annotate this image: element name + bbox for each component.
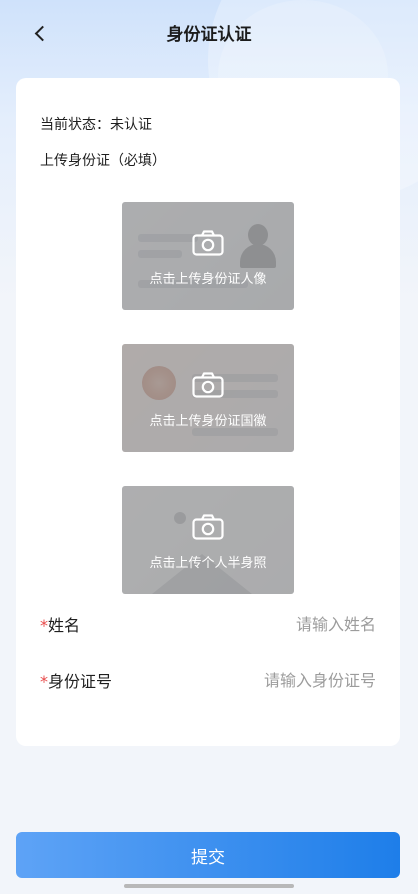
submit-button[interactable]: 提交 xyxy=(16,832,400,878)
camera-icon xyxy=(192,514,224,540)
upload-half-body-photo[interactable]: 点击上传个人半身照 xyxy=(122,486,294,594)
camera-icon xyxy=(192,230,224,256)
id-number-field-row: *身份证号 xyxy=(40,668,376,692)
required-mark: * xyxy=(40,616,48,635)
nav-bar: 身份证认证 xyxy=(0,0,418,64)
upload-overlay xyxy=(122,202,294,310)
upload-overlay xyxy=(122,344,294,452)
id-number-input[interactable] xyxy=(176,668,376,692)
upload-id-back[interactable]: 点击上传身份证国徽 xyxy=(122,344,294,452)
required-mark: * xyxy=(40,672,48,691)
page-title: 身份证认证 xyxy=(166,25,252,45)
verification-card: 当前状态：未认证 上传身份证（必填） 点击上传身份证人像 点击上传身份证国徽 点… xyxy=(16,78,400,746)
name-label: 姓名 xyxy=(48,616,81,635)
upload-id-front[interactable]: 点击上传身份证人像 xyxy=(122,202,294,310)
upload-overlay xyxy=(122,486,294,594)
upload-label: 点击上传身份证人像 xyxy=(149,272,267,287)
upload-label: 点击上传身份证国徽 xyxy=(149,414,267,429)
upload-section-title: 上传身份证（必填） xyxy=(40,153,166,169)
upload-label: 点击上传个人半身照 xyxy=(149,556,267,571)
name-field-row: *姓名 xyxy=(40,612,376,636)
status-text: 当前状态：未认证 xyxy=(40,117,152,133)
camera-icon xyxy=(192,372,224,398)
id-number-label: 身份证号 xyxy=(48,672,113,691)
name-input[interactable] xyxy=(176,612,376,636)
home-indicator xyxy=(124,884,294,888)
page: 身份证认证 当前状态：未认证 上传身份证（必填） 点击上传身份证人像 点击上传身… xyxy=(0,0,418,894)
